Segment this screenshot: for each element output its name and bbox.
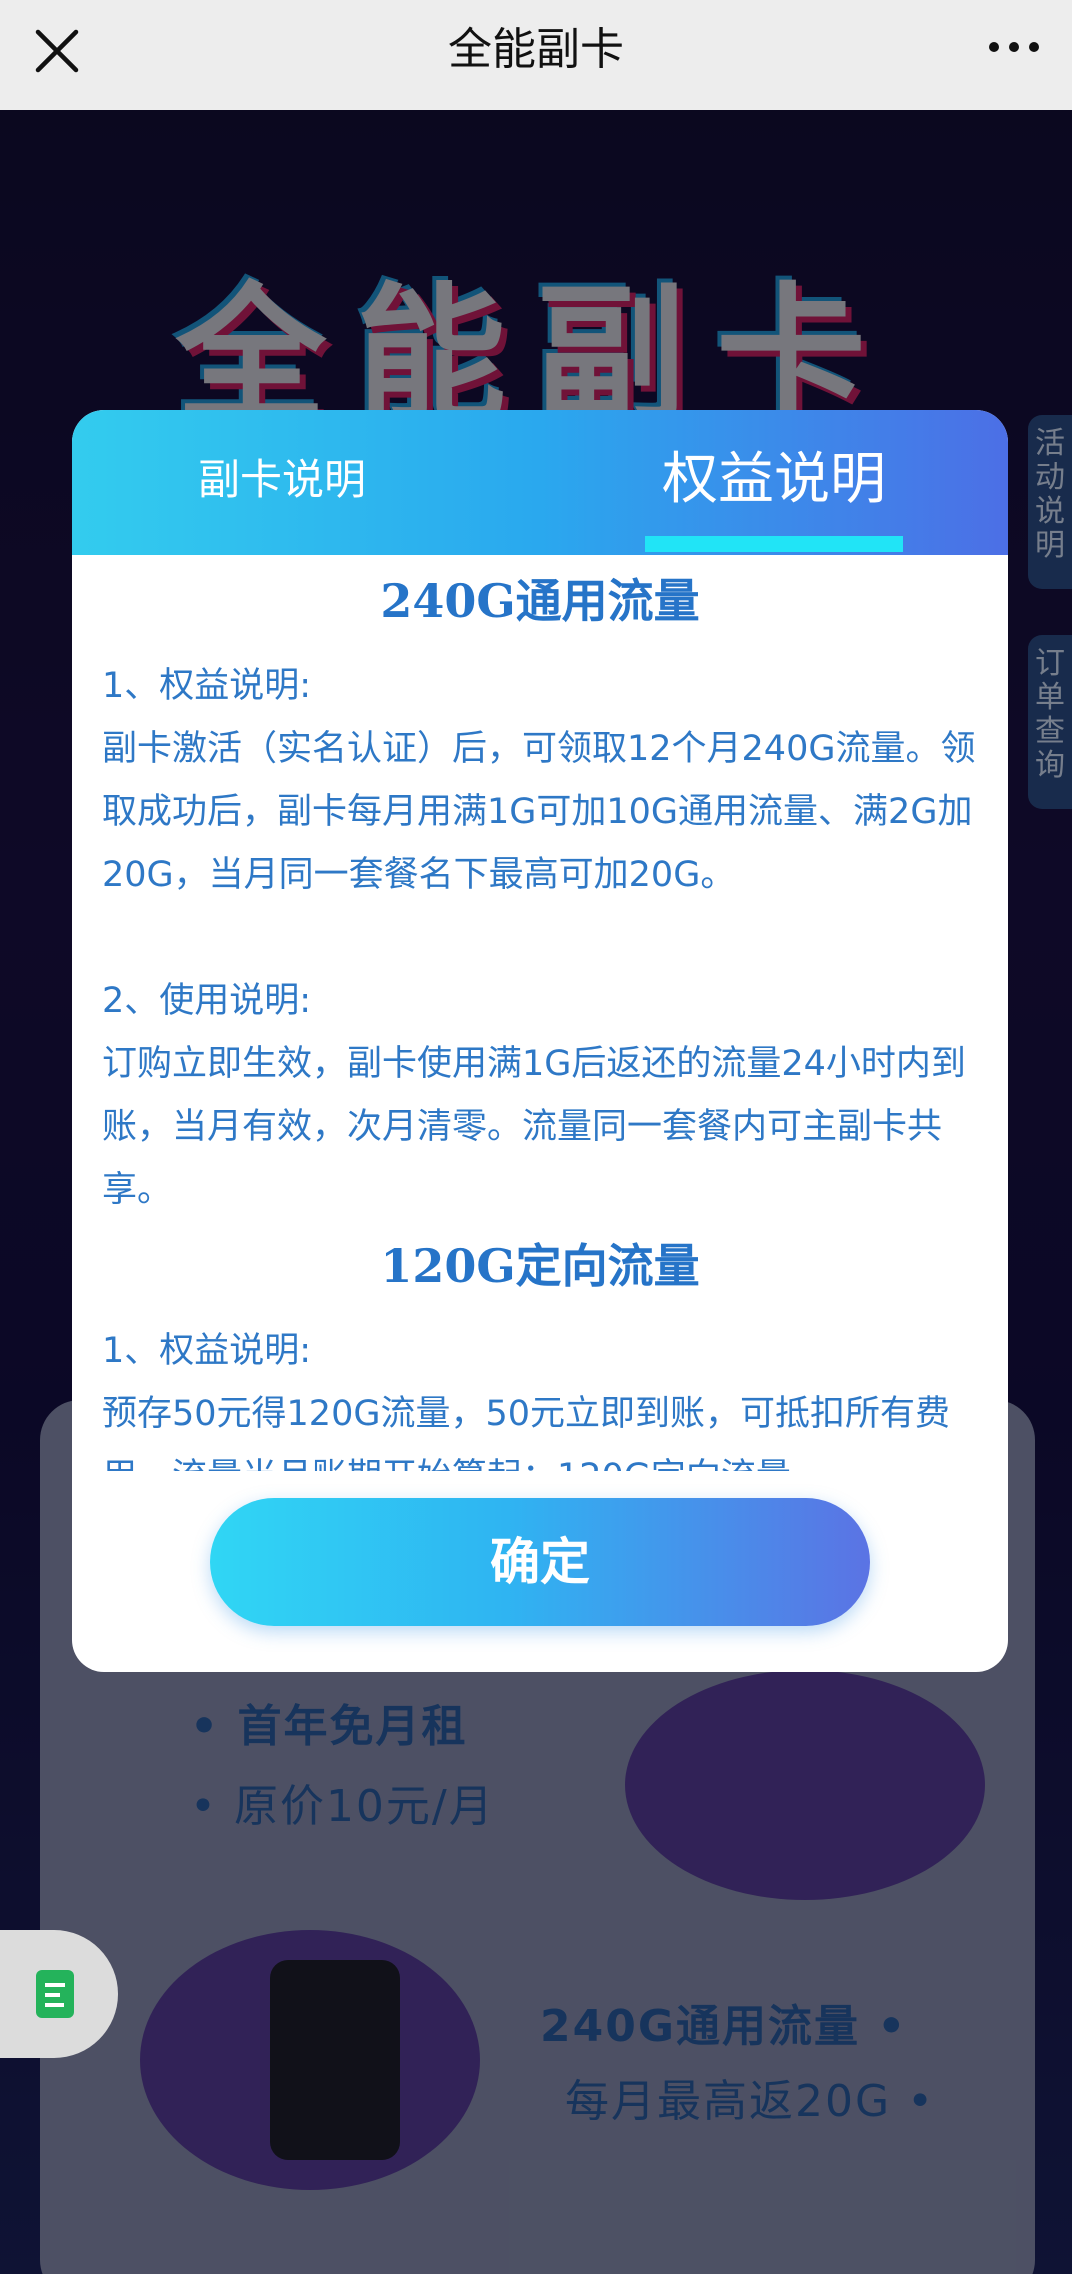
section-paragraph: 1、权益说明: <box>102 666 312 706</box>
tab-benefits-info[interactable]: 权益说明 <box>644 410 904 550</box>
benefits-modal: 副卡说明 权益说明 240G通用流量 1、权益说明: 副卡激活（实名认证）后，可… <box>72 410 1008 1672</box>
active-tab-indicator <box>645 536 903 552</box>
modal-content[interactable]: 240G通用流量 1、权益说明: 副卡激活（实名认证）后，可领取12个月240G… <box>72 555 1008 1471</box>
more-dots-icon[interactable] <box>984 22 1044 82</box>
section-title: 240G通用流量 <box>380 574 700 628</box>
section-paragraph: 2、使用说明: <box>102 981 312 1021</box>
section-title: 120G定向流量 <box>380 1239 700 1293</box>
modal-tab-bar: 副卡说明 权益说明 <box>72 410 1008 555</box>
confirm-button[interactable]: 确定 <box>210 1498 870 1626</box>
tab-card-info[interactable]: 副卡说明 <box>132 410 432 550</box>
page-title: 全能副卡 <box>448 24 624 75</box>
section-paragraph: 副卡激活（实名认证）后，可领取12个月240G流量。领取成功后，副卡每月用满1G… <box>102 729 976 895</box>
nav-bar: 全能副卡 <box>0 0 1072 111</box>
floating-document-button[interactable] <box>0 1930 118 2058</box>
document-icon <box>36 1970 74 2018</box>
section-paragraph: 订购立即生效，副卡使用满1G后返还的流量24小时内到账，当月有效，次月清零。流量… <box>102 1044 966 1210</box>
section-paragraph: 预存50元得120G流量，50元立即到账，可抵扣所有费用，流量当月账期开始算起；… <box>102 1394 950 1471</box>
section-paragraph: 1、权益说明: <box>102 1331 312 1371</box>
